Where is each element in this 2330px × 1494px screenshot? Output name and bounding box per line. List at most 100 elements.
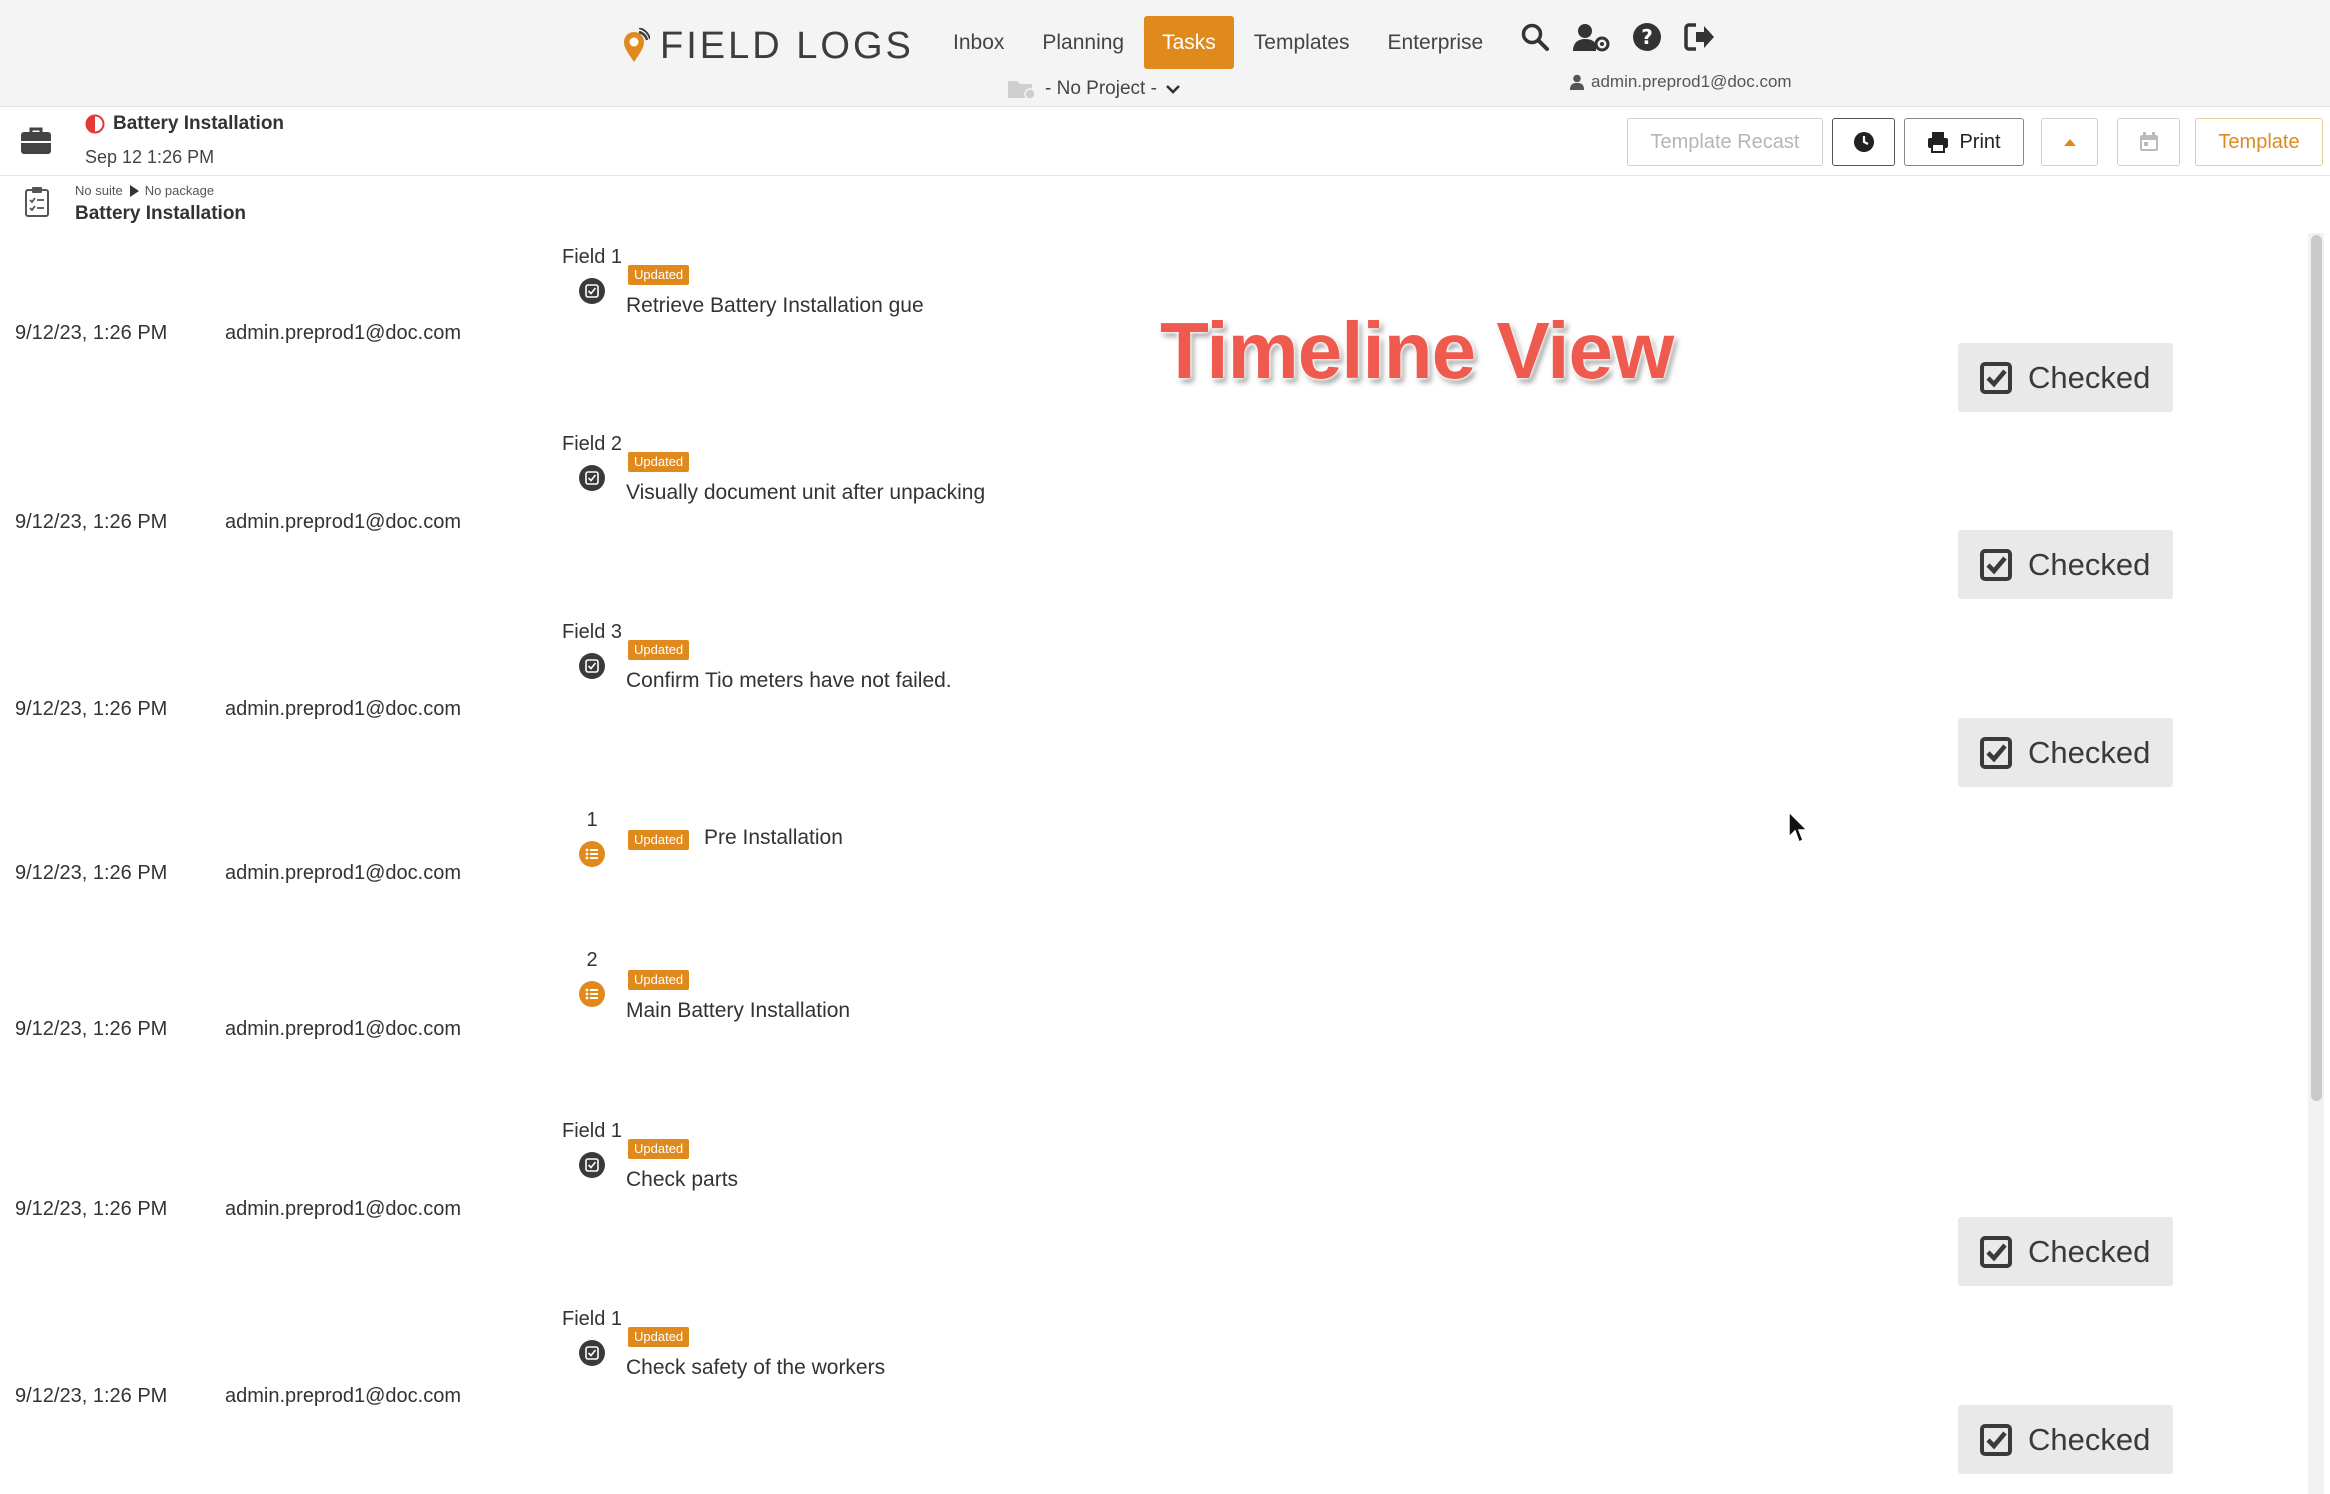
row-section-number: 2 — [586, 949, 598, 971]
search-icon[interactable] — [1520, 22, 1550, 52]
row-field-label: Field 1 — [561, 246, 623, 268]
row-field-label: Field 1 — [561, 1308, 623, 1330]
row-description: Confirm Tio meters have not failed. — [626, 669, 952, 692]
caret-up-icon — [2063, 139, 2076, 146]
status-half-circle-icon — [85, 114, 105, 134]
row-user: admin.preprod1@doc.com — [225, 511, 461, 533]
row-section-number: 1 — [586, 809, 598, 831]
updated-badge: Updated — [628, 452, 690, 472]
nav-inbox[interactable]: Inbox — [935, 16, 1022, 69]
user-icon — [1570, 74, 1584, 90]
checked-indicator[interactable]: Checked — [1958, 718, 2173, 787]
row-field-label: Field 2 — [561, 433, 623, 455]
task-title-text: Battery Installation — [113, 113, 285, 134]
row-field-label: Field 3 — [561, 621, 623, 643]
user-email: admin.preprod1@doc.com — [1591, 72, 1792, 91]
checkbox-field-icon — [579, 1340, 605, 1366]
folder-settings-icon — [1008, 81, 1036, 100]
updated-badge: Updated — [628, 640, 690, 660]
list-section-icon — [579, 841, 605, 867]
nav-tasks[interactable]: Tasks — [1144, 16, 1234, 69]
checkbox-field-icon — [579, 278, 605, 304]
chevron-down-icon — [1166, 85, 1180, 94]
caret-right-icon — [129, 184, 139, 197]
updated-badge: Updated — [628, 830, 690, 850]
template-recast-button[interactable]: Template Recast — [1627, 118, 1823, 166]
row-description: Main Battery Installation — [626, 999, 851, 1022]
row-user: admin.preprod1@doc.com — [225, 1018, 461, 1040]
checkbox-field-icon — [579, 465, 605, 491]
project-label: - No Project - — [1045, 78, 1157, 99]
nav-templates[interactable]: Templates — [1236, 16, 1368, 69]
scrollbar-thumb[interactable] — [2311, 235, 2322, 1101]
checked-indicator[interactable]: Checked — [1958, 530, 2173, 599]
checked-indicator[interactable]: Checked — [1958, 343, 2173, 412]
row-description: Check safety of the workers — [626, 1356, 886, 1379]
row-timestamp: 9/12/23, 1:26 PM — [15, 698, 168, 720]
timeline-button[interactable] — [1832, 118, 1895, 166]
project-selector[interactable]: - No Project - — [1007, 78, 1181, 100]
briefcase-icon — [21, 127, 51, 154]
row-user: admin.preprod1@doc.com — [225, 1385, 461, 1407]
calendar-button[interactable] — [2117, 118, 2180, 166]
updated-badge: Updated — [628, 1139, 690, 1159]
row-timestamp: 9/12/23, 1:26 PM — [15, 1385, 168, 1407]
checked-indicator[interactable]: Checked — [1958, 1405, 2173, 1474]
row-description: Check parts — [626, 1168, 739, 1191]
updated-badge: Updated — [628, 1327, 690, 1347]
checked-box-icon — [1980, 736, 2012, 769]
checked-label: Checked — [2028, 1233, 2151, 1269]
svg-text:?: ? — [1641, 25, 1653, 49]
row-user: admin.preprod1@doc.com — [225, 322, 461, 344]
row-description: Pre Installation — [704, 826, 843, 849]
timeline-view-caption: Timeline View — [1160, 306, 1674, 395]
updated-badge: Updated — [628, 970, 690, 990]
user-settings-icon[interactable] — [1572, 22, 1610, 52]
task-date: Sep 12 1:26 PM — [85, 147, 215, 167]
calendar-icon — [2139, 132, 2158, 151]
checked-label: Checked — [2028, 1421, 2151, 1457]
location-pin-icon — [624, 28, 650, 62]
help-icon[interactable]: ? — [1632, 22, 1662, 52]
breadcrumb-package[interactable]: No package — [145, 183, 214, 198]
print-button[interactable]: Print — [1904, 118, 2024, 166]
row-description: Visually document unit after unpacking — [626, 481, 986, 504]
task-header: Battery Installation Sep 12 1:26 PM Temp… — [0, 107, 2330, 176]
row-field-label: Field 1 — [561, 1120, 623, 1142]
breadcrumb-suite[interactable]: No suite — [75, 183, 123, 198]
nav-enterprise[interactable]: Enterprise — [1370, 16, 1502, 69]
clock-icon — [1853, 132, 1874, 152]
row-user: admin.preprod1@doc.com — [225, 862, 461, 884]
top-navbar: FIELD LOGS Inbox Planning Tasks Template… — [0, 0, 2330, 107]
row-timestamp: 9/12/23, 1:26 PM — [15, 862, 168, 884]
updated-badge: Updated — [628, 265, 690, 285]
breadcrumb-title: Battery Installation — [75, 203, 247, 224]
checked-indicator[interactable]: Checked — [1958, 1217, 2173, 1286]
row-user: admin.preprod1@doc.com — [225, 698, 461, 720]
checked-label: Checked — [2028, 546, 2151, 582]
checked-label: Checked — [2028, 734, 2151, 770]
current-user[interactable]: admin.preprod1@doc.com — [1570, 72, 1792, 92]
nav-icon-group: ? — [1520, 22, 1716, 52]
collapse-up-button[interactable] — [2041, 118, 2098, 166]
row-description: Retrieve Battery Installation gue — [626, 294, 924, 317]
template-button[interactable]: Template — [2195, 118, 2323, 166]
logout-icon[interactable] — [1684, 22, 1716, 52]
checkbox-field-icon — [579, 1152, 605, 1178]
checked-box-icon — [1980, 548, 2012, 581]
print-label: Print — [1959, 130, 2001, 153]
row-timestamp: 9/12/23, 1:26 PM — [15, 511, 168, 533]
brand-name: FIELD LOGS — [660, 24, 914, 67]
checked-box-icon — [1980, 1235, 2012, 1268]
printer-icon — [1928, 132, 1949, 153]
checkbox-field-icon — [579, 653, 605, 679]
row-user: admin.preprod1@doc.com — [225, 1198, 461, 1220]
row-timestamp: 9/12/23, 1:26 PM — [15, 322, 168, 344]
mouse-cursor-icon — [1788, 811, 1809, 844]
checked-box-icon — [1980, 361, 2012, 394]
brand-logo[interactable]: FIELD LOGS — [620, 22, 914, 70]
row-timestamp: 9/12/23, 1:26 PM — [15, 1198, 168, 1220]
list-section-icon — [579, 981, 605, 1007]
nav-planning[interactable]: Planning — [1024, 16, 1142, 69]
checked-label: Checked — [2028, 359, 2151, 395]
